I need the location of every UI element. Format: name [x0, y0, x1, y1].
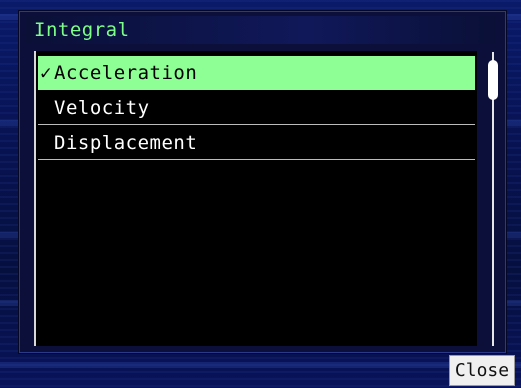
- list-item-label: Velocity: [54, 97, 150, 119]
- list-item-acceleration[interactable]: ✓ Acceleration: [38, 56, 475, 90]
- background-band: [0, 362, 521, 368]
- screen-background: Integral ✓ Acceleration Velocity Displace…: [0, 0, 521, 388]
- checkmark-icon: ✓: [40, 62, 52, 84]
- list-scrollbar[interactable]: [488, 52, 498, 346]
- list-item-displacement[interactable]: Displacement: [38, 126, 475, 160]
- integral-dialog: Integral ✓ Acceleration Velocity Displace…: [19, 11, 506, 353]
- option-list: ✓ Acceleration Velocity Displacement: [34, 51, 477, 346]
- list-item-velocity[interactable]: Velocity: [38, 91, 475, 125]
- scrollbar-thumb[interactable]: [488, 60, 498, 100]
- dialog-title: Integral: [34, 19, 130, 41]
- close-button[interactable]: Close: [449, 355, 515, 386]
- dialog-title-bar: Integral: [26, 16, 496, 44]
- list-item-label: Displacement: [54, 132, 198, 154]
- list-item-label: Acceleration: [54, 62, 198, 84]
